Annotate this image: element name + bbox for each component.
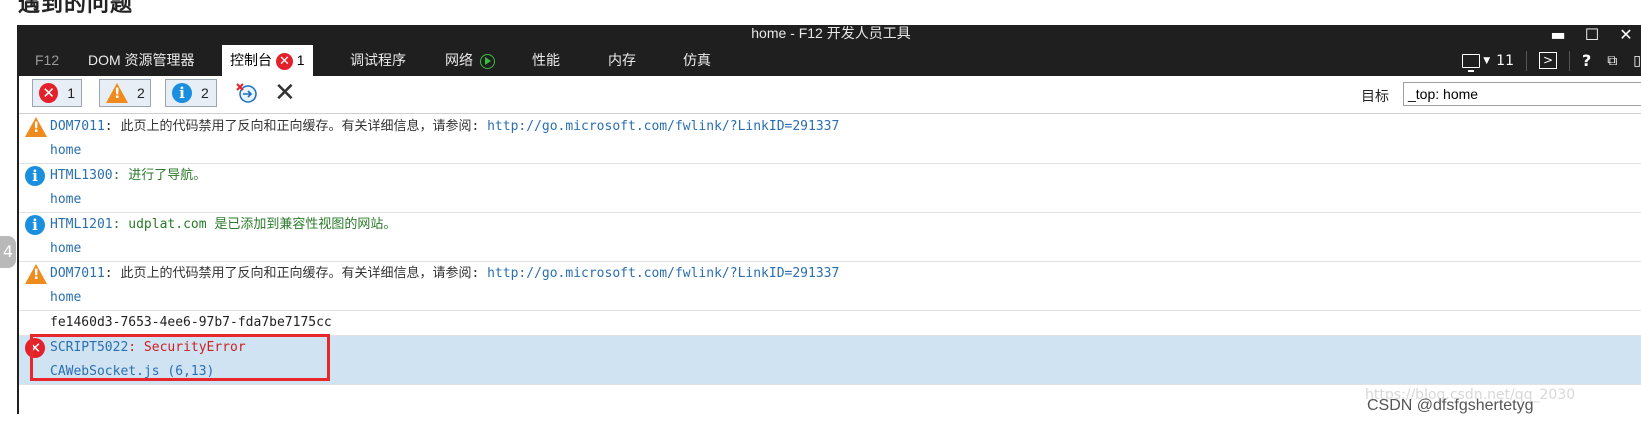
tab-console-label: 控制台 [230,52,272,68]
tab-debugger[interactable]: 调试程序 [350,45,406,76]
warning-icon [25,117,47,137]
console-toolbar: ✕ 1 2 i 2 ✕ 目标 _top: home [19,76,1641,114]
message-source[interactable]: home [50,143,81,158]
error-icon: ✕ [275,52,293,70]
message-code: HTML1201 [50,217,113,232]
message-code: DOM7011 [50,119,105,134]
pin-button[interactable]: ▯ [1633,53,1641,69]
console-log-message: fe1460d3-7653-4ee6-97b7-fda7be7175cc [19,311,1641,336]
info-filter-button[interactable]: i 2 [165,79,217,107]
target-label: 目标 [1361,88,1389,104]
message-source[interactable]: home [50,241,81,256]
dock-icon: ⧉ [1607,52,1618,69]
message-code: HTML1300 [50,168,113,183]
warnings-count: 2 [137,85,145,101]
close-window-button[interactable]: ✕ [1609,25,1641,45]
pin-icon: ▯ [1633,52,1641,69]
warnings-filter-button[interactable]: 2 [99,79,151,107]
message-source[interactable]: home [50,192,81,207]
tab-emulation[interactable]: 仿真 [683,45,711,76]
console-message: i HTML1300: 进行了导航。 home [19,164,1641,213]
info-icon: i [25,166,45,186]
tab-performance[interactable]: 性能 [532,45,560,76]
side-tab[interactable]: 4 [0,236,16,268]
console-icon: > [1539,52,1557,69]
credit-text: CSDN @dfsfgshertetyg [1367,397,1534,414]
info-icon: i [25,215,45,235]
log-text: fe1460d3-7653-4ee6-97b7-fda7be7175cc [50,315,332,330]
tab-console[interactable]: 控制台 ✕ 1 [222,45,313,76]
tab-memory[interactable]: 内存 [608,45,636,76]
minimize-button[interactable]: ▬ [1541,25,1575,45]
monitor-icon [1462,53,1481,72]
info-count: 2 [201,85,209,101]
tab-dom-explorer[interactable]: DOM 资源管理器 [88,45,195,76]
warning-icon [106,83,128,103]
console-message: DOM7011: 此页上的代码禁用了反向和正向缓存。有关详细信息，请参阅: ht… [19,115,1641,164]
errors-count: 1 [67,85,75,101]
window-controls: ▬ ☐ ✕ [1541,25,1641,45]
divider [1569,50,1570,71]
message-source[interactable]: home [50,290,81,305]
message-code: DOM7011 [50,266,105,281]
message-text: : udplat.com 是已添加到兼容性视图的网站。 [112,217,397,232]
title-bar: home - F12 开发人员工具 ▬ ☐ ✕ [19,25,1641,45]
help-icon: ? [1582,51,1592,70]
tab-f12[interactable]: F12 [35,45,59,76]
document-mode-button[interactable]: ▼ 11 [1462,52,1514,72]
annotation-highlight-box [30,334,330,381]
console-message: i HTML1201: udplat.com 是已添加到兼容性视图的网站。 ho… [19,213,1641,262]
dock-button[interactable]: ⧉ [1607,53,1617,69]
message-link[interactable]: http://go.microsoft.com/fwlink/?LinkID=2… [487,119,839,134]
target-select[interactable]: _top: home [1403,82,1641,106]
message-text: : 此页上的代码禁用了反向和正向缓存。有关详细信息，请参阅: [104,119,488,134]
console-toggle-button[interactable]: > [1539,52,1557,69]
dropdown-arrow-icon: ▼ [1483,55,1491,66]
window-title: home - F12 开发人员工具 [751,25,911,41]
clear-on-navigate-button[interactable] [232,79,262,107]
help-button[interactable]: ? [1582,51,1591,70]
document-mode-value: 11 [1496,52,1514,69]
info-icon: i [172,83,192,103]
message-link[interactable]: http://go.microsoft.com/fwlink/?LinkID=2… [487,266,839,281]
message-text: : 进行了导航。 [112,168,207,183]
warning-icon [25,264,47,284]
console-message: DOM7011: 此页上的代码禁用了反向和正向缓存。有关详细信息，请参阅: ht… [19,262,1641,311]
tab-network[interactable]: 网络 [445,45,495,76]
play-icon [479,53,495,69]
error-icon: ✕ [39,83,59,103]
divider [1526,50,1527,71]
errors-filter-button[interactable]: ✕ 1 [32,79,82,107]
clear-on-navigate-icon [236,83,257,103]
tabbar-right-tools: ▼ 11 > ? ⧉ ▯ [1454,45,1641,76]
tab-network-label: 网络 [445,52,473,68]
tab-bar: F12 DOM 资源管理器 控制台 ✕ 1 调试程序 网络 性能 内存 仿真 ▼… [19,45,1641,76]
message-text: : 此页上的代码禁用了反向和正向缓存。有关详细信息，请参阅: [104,266,488,281]
clear-console-button[interactable]: ✕ [274,78,296,108]
maximize-button[interactable]: ☐ [1575,25,1609,45]
tab-console-error-count: 1 [296,52,305,68]
page-heading: 遇到的问题 [18,0,134,17]
